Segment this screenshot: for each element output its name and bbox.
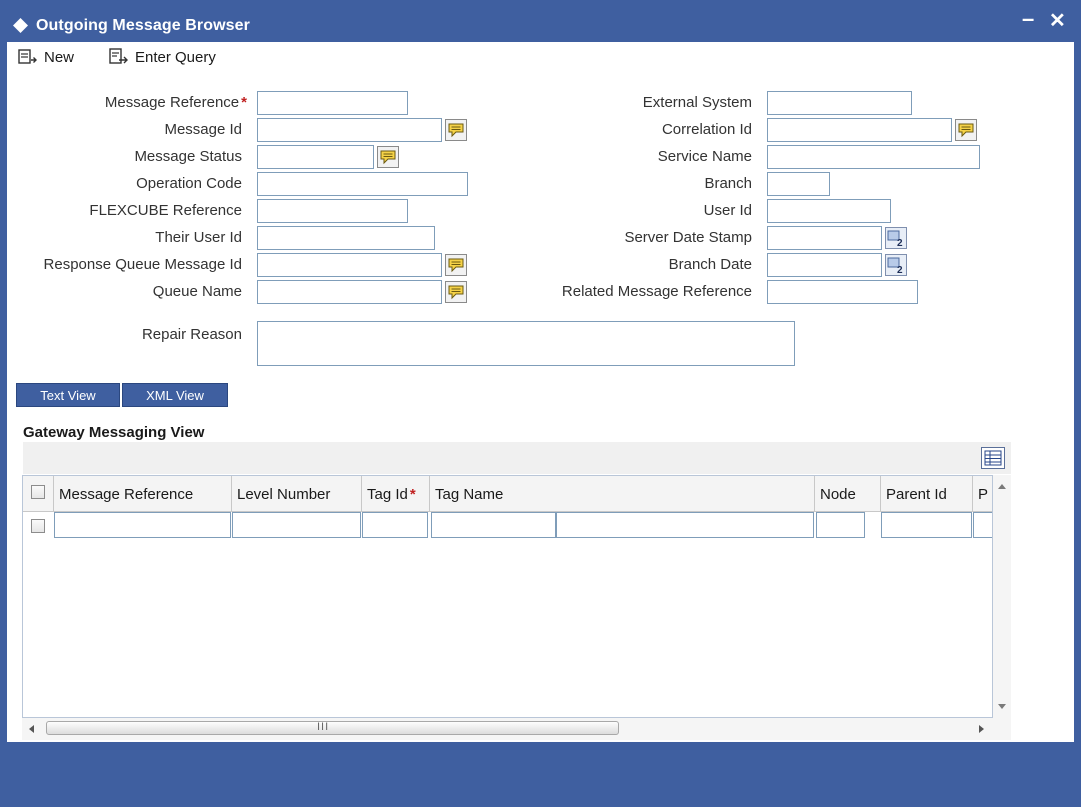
branch-input[interactable] bbox=[767, 172, 830, 196]
queue-name-input[interactable] bbox=[257, 280, 442, 304]
operation-code-input[interactable] bbox=[257, 172, 468, 196]
cell-parent-id[interactable] bbox=[881, 512, 972, 538]
user-id-input[interactable] bbox=[767, 199, 891, 223]
branch-date-label: Branch Date bbox=[668, 256, 752, 273]
cell-tag-id[interactable] bbox=[362, 512, 428, 538]
new-button[interactable]: New bbox=[18, 46, 74, 68]
operation-code-label: Operation Code bbox=[136, 175, 242, 192]
outgoing-message-browser-window: Outgoing Message Browser – ✕ New Enter Q… bbox=[0, 0, 1081, 807]
tab-text-view[interactable]: Text View bbox=[16, 383, 120, 407]
new-icon bbox=[18, 49, 37, 64]
required-mark: * bbox=[241, 94, 247, 111]
list-view-icon[interactable] bbox=[981, 447, 1005, 469]
cell-p[interactable] bbox=[973, 512, 992, 538]
column-header-parent-id[interactable]: Parent Id bbox=[881, 476, 973, 512]
new-label: New bbox=[44, 48, 75, 66]
column-header-level-number[interactable]: Level Number bbox=[232, 476, 362, 512]
tab-xml-view[interactable]: XML View bbox=[122, 383, 228, 407]
lov-message-id-icon[interactable] bbox=[445, 119, 467, 141]
related-message-reference-input[interactable] bbox=[767, 280, 918, 304]
branch-label: Branch bbox=[704, 175, 752, 192]
column-header-tag-name[interactable]: Tag Name bbox=[430, 476, 815, 512]
column-header-node[interactable]: Node bbox=[815, 476, 881, 512]
user-id-label: User Id bbox=[703, 202, 752, 219]
external-system-label: External System bbox=[642, 94, 752, 111]
diamond-icon bbox=[13, 18, 28, 33]
flexcube-reference-label: FLEXCUBE Reference bbox=[89, 202, 242, 219]
service-name-input[interactable] bbox=[767, 145, 980, 169]
message-id-label: Message Id bbox=[164, 121, 242, 138]
lov-correlation-id-icon[interactable] bbox=[955, 119, 977, 141]
horizontal-scrollbar[interactable]: III bbox=[22, 718, 1011, 740]
cell-tag-name-value[interactable] bbox=[556, 512, 814, 538]
cell-node[interactable] bbox=[816, 512, 865, 538]
correlation-id-label: Correlation Id bbox=[661, 121, 752, 138]
calendar-icon[interactable]: 2 bbox=[885, 254, 907, 276]
minimize-button[interactable]: – bbox=[1022, 6, 1034, 32]
window-title: Outgoing Message Browser bbox=[36, 17, 250, 34]
close-button[interactable]: ✕ bbox=[1049, 8, 1066, 33]
response-queue-message-id-label: Response Queue Message Id bbox=[43, 256, 242, 273]
grid-toolbar bbox=[23, 442, 1011, 474]
select-all-checkbox[interactable] bbox=[31, 485, 45, 499]
enter-query-button[interactable]: Enter Query bbox=[109, 46, 216, 68]
server-date-stamp-label: Server Date Stamp bbox=[624, 229, 752, 246]
queue-name-label: Queue Name bbox=[152, 283, 242, 300]
scroll-down-icon[interactable] bbox=[993, 696, 1011, 714]
row-checkbox[interactable] bbox=[31, 519, 45, 533]
title-bar: Outgoing Message Browser – ✕ bbox=[0, 0, 1081, 42]
external-system-input[interactable] bbox=[767, 91, 912, 115]
lov-message-status-icon[interactable] bbox=[377, 146, 399, 168]
horizontal-scroll-thumb[interactable]: III bbox=[46, 721, 619, 735]
repair-reason-label: Repair Reason bbox=[141, 326, 242, 343]
vertical-scrollbar[interactable] bbox=[993, 475, 1011, 718]
scroll-up-icon[interactable] bbox=[993, 479, 1011, 497]
scroll-thumb-grip: III bbox=[317, 721, 330, 733]
scroll-right-icon[interactable] bbox=[972, 719, 990, 739]
tag-id-header-text: Tag Id bbox=[367, 485, 408, 503]
gateway-messaging-grid: Message Reference Level Number Tag Id * T… bbox=[22, 475, 993, 718]
toolbar: New Enter Query bbox=[7, 42, 1074, 72]
repair-reason-textarea[interactable] bbox=[257, 321, 795, 366]
message-reference-label-text: Message Reference bbox=[104, 94, 240, 111]
lov-queue-name-icon[interactable] bbox=[445, 281, 467, 303]
related-message-reference-label: Related Message Reference bbox=[561, 283, 752, 300]
svg-text:2: 2 bbox=[897, 265, 903, 276]
message-id-input[interactable] bbox=[257, 118, 442, 142]
select-all-cell bbox=[23, 476, 54, 512]
required-mark: * bbox=[409, 485, 416, 503]
svg-text:2: 2 bbox=[897, 238, 903, 249]
service-name-label: Service Name bbox=[657, 148, 752, 165]
grid-header: Message Reference Level Number Tag Id * T… bbox=[23, 476, 992, 512]
response-queue-message-id-input[interactable] bbox=[257, 253, 442, 277]
calendar-icon[interactable]: 2 bbox=[885, 227, 907, 249]
cell-message-reference[interactable] bbox=[54, 512, 231, 538]
server-date-stamp-input[interactable] bbox=[767, 226, 882, 250]
enter-query-label: Enter Query bbox=[135, 48, 216, 66]
correlation-id-input[interactable] bbox=[767, 118, 952, 142]
column-header-p[interactable]: P bbox=[973, 476, 992, 512]
gateway-messaging-view-title: Gateway Messaging View bbox=[23, 424, 205, 441]
branch-date-input[interactable] bbox=[767, 253, 882, 277]
their-user-id-input[interactable] bbox=[257, 226, 435, 250]
message-reference-label: Message Reference * bbox=[105, 94, 247, 111]
scroll-left-icon[interactable] bbox=[24, 719, 42, 739]
cell-tag-name[interactable] bbox=[431, 512, 556, 538]
column-header-message-reference[interactable]: Message Reference bbox=[54, 476, 232, 512]
footer-bar bbox=[0, 742, 1081, 807]
column-header-tag-id[interactable]: Tag Id * bbox=[362, 476, 430, 512]
message-status-input[interactable] bbox=[257, 145, 374, 169]
lov-response-queue-icon[interactable] bbox=[445, 254, 467, 276]
enter-query-icon bbox=[109, 48, 128, 64]
their-user-id-label: Their User Id bbox=[155, 229, 242, 246]
flexcube-reference-input[interactable] bbox=[257, 199, 408, 223]
message-reference-input[interactable] bbox=[257, 91, 408, 115]
message-status-label: Message Status bbox=[134, 148, 242, 165]
cell-level-number[interactable] bbox=[232, 512, 361, 538]
